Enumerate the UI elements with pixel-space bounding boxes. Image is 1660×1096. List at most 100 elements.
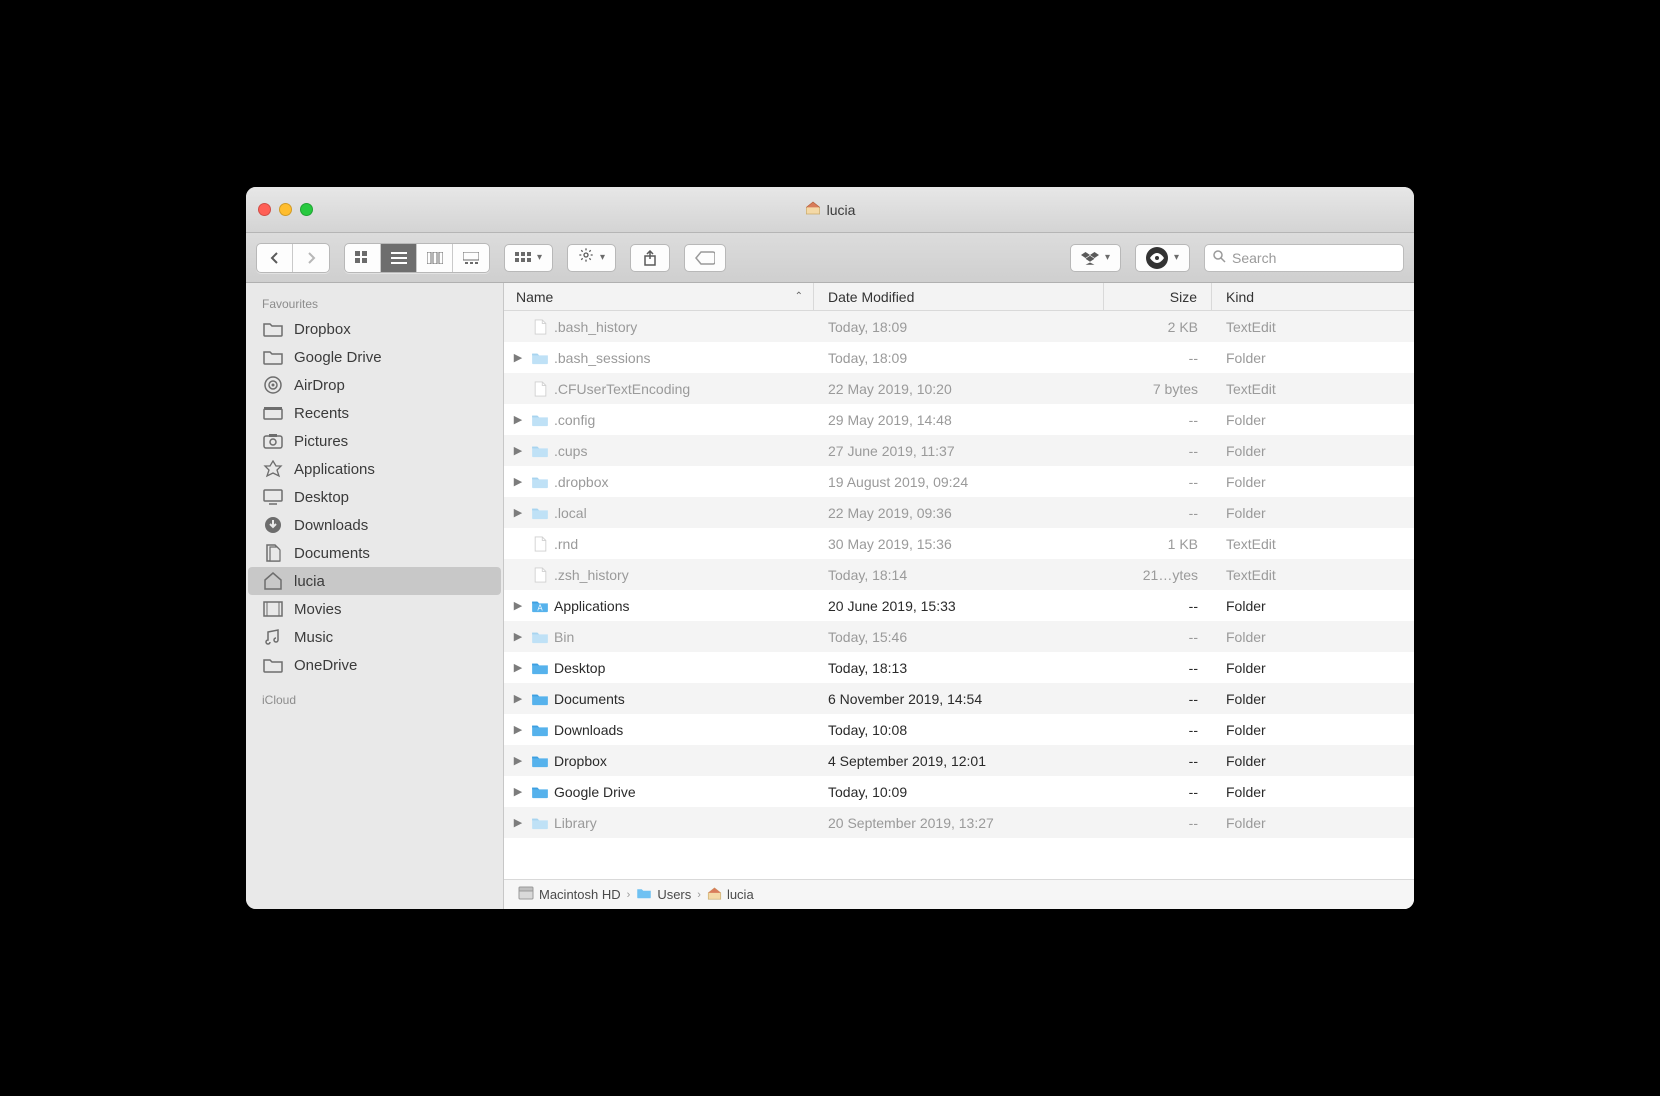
file-row[interactable]: ▶.dropbox19 August 2019, 09:24--Folder	[504, 466, 1414, 497]
file-date: 30 May 2019, 15:36	[814, 536, 1104, 552]
folder-icon	[262, 320, 284, 338]
disclosure-triangle-icon[interactable]: ▶	[510, 506, 526, 519]
disclosure-triangle-icon[interactable]: ▶	[510, 754, 526, 767]
sidebar-item-label: Downloads	[294, 517, 368, 534]
close-button[interactable]	[258, 203, 271, 216]
file-row[interactable]: .CFUserTextEncoding22 May 2019, 10:207 b…	[504, 373, 1414, 404]
sidebar-item-movies[interactable]: Movies	[248, 595, 501, 623]
document-icon	[530, 318, 550, 336]
column-header-size[interactable]: Size	[1104, 283, 1212, 310]
apps-icon	[262, 460, 284, 478]
file-date: Today, 18:13	[814, 660, 1104, 676]
share-button[interactable]	[630, 244, 670, 272]
sidebar-item-label: Dropbox	[294, 321, 351, 338]
sidebar-item-dropbox[interactable]: Dropbox	[248, 315, 501, 343]
sidebar-item-google-drive[interactable]: Google Drive	[248, 343, 501, 371]
disclosure-triangle-icon[interactable]: ▶	[510, 661, 526, 674]
sidebar-item-label: Music	[294, 629, 333, 646]
column-header-name[interactable]: Name ⌃	[504, 283, 814, 310]
folder-icon	[262, 348, 284, 366]
file-row[interactable]: ▶.bash_sessionsToday, 18:09--Folder	[504, 342, 1414, 373]
file-row[interactable]: ▶Library20 September 2019, 13:27--Folder	[504, 807, 1414, 838]
file-name: .cups	[554, 443, 587, 459]
file-date: 19 August 2019, 09:24	[814, 474, 1104, 490]
search-field[interactable]: Search	[1204, 244, 1404, 272]
file-row[interactable]: ▶DownloadsToday, 10:08--Folder	[504, 714, 1414, 745]
file-size: --	[1104, 412, 1212, 428]
path-segment[interactable]: Users	[636, 887, 691, 902]
sidebar-item-lucia[interactable]: lucia	[248, 567, 501, 595]
visibility-toolbar-button[interactable]: ▾	[1135, 244, 1190, 272]
file-row[interactable]: ▶DesktopToday, 18:13--Folder	[504, 652, 1414, 683]
forward-button[interactable]	[293, 244, 329, 272]
file-kind: Folder	[1212, 629, 1414, 645]
home-icon	[707, 887, 722, 903]
disclosure-triangle-icon[interactable]: ▶	[510, 444, 526, 457]
column-header-kind[interactable]: Kind	[1212, 283, 1414, 310]
zoom-button[interactable]	[300, 203, 313, 216]
sidebar-item-airdrop[interactable]: AirDrop	[248, 371, 501, 399]
folder-icon: A	[530, 597, 550, 615]
column-view-button[interactable]	[417, 244, 453, 272]
file-kind: Folder	[1212, 598, 1414, 614]
sidebar: Favourites DropboxGoogle DriveAirDropRec…	[246, 283, 504, 909]
column-header-date[interactable]: Date Modified	[814, 283, 1104, 310]
minimize-button[interactable]	[279, 203, 292, 216]
file-row[interactable]: ▶BinToday, 15:46--Folder	[504, 621, 1414, 652]
group-by-button[interactable]: ▾	[504, 244, 553, 272]
folder-icon	[530, 349, 550, 367]
file-name: Library	[554, 815, 597, 831]
gallery-view-button[interactable]	[453, 244, 489, 272]
disclosure-triangle-icon[interactable]: ▶	[510, 599, 526, 612]
sort-ascending-icon: ⌃	[795, 291, 803, 302]
sidebar-item-label: Applications	[294, 461, 375, 478]
sidebar-item-music[interactable]: Music	[248, 623, 501, 651]
dropbox-toolbar-button[interactable]: ▾	[1070, 244, 1121, 272]
disclosure-triangle-icon[interactable]: ▶	[510, 630, 526, 643]
file-row[interactable]: .bash_historyToday, 18:092 KBTextEdit	[504, 311, 1414, 342]
chevron-right-icon: ›	[627, 889, 631, 901]
file-row[interactable]: .zsh_historyToday, 18:1421…ytesTextEdit	[504, 559, 1414, 590]
path-segment[interactable]: lucia	[707, 887, 754, 903]
file-row[interactable]: ▶Dropbox4 September 2019, 12:01--Folder	[504, 745, 1414, 776]
disclosure-triangle-icon[interactable]: ▶	[510, 785, 526, 798]
file-name: .rnd	[554, 536, 578, 552]
file-row[interactable]: ▶AApplications20 June 2019, 15:33--Folde…	[504, 590, 1414, 621]
sidebar-item-pictures[interactable]: Pictures	[248, 427, 501, 455]
disclosure-triangle-icon[interactable]: ▶	[510, 413, 526, 426]
file-date: 27 June 2019, 11:37	[814, 443, 1104, 459]
file-row[interactable]: ▶.config29 May 2019, 14:48--Folder	[504, 404, 1414, 435]
file-row[interactable]: ▶.cups27 June 2019, 11:37--Folder	[504, 435, 1414, 466]
file-row[interactable]: ▶Google DriveToday, 10:09--Folder	[504, 776, 1414, 807]
file-kind: TextEdit	[1212, 319, 1414, 335]
sidebar-item-applications[interactable]: Applications	[248, 455, 501, 483]
action-menu-button[interactable]: ▾	[567, 244, 616, 272]
folder-icon	[530, 690, 550, 708]
disclosure-triangle-icon[interactable]: ▶	[510, 723, 526, 736]
disclosure-triangle-icon[interactable]: ▶	[510, 475, 526, 488]
sidebar-item-desktop[interactable]: Desktop	[248, 483, 501, 511]
path-segment-label: Users	[657, 887, 691, 902]
disclosure-triangle-icon[interactable]: ▶	[510, 351, 526, 364]
disclosure-triangle-icon[interactable]: ▶	[510, 816, 526, 829]
file-date: 20 June 2019, 15:33	[814, 598, 1104, 614]
tags-button[interactable]	[684, 244, 726, 272]
file-row[interactable]: ▶Documents6 November 2019, 14:54--Folder	[504, 683, 1414, 714]
file-row[interactable]: .rnd30 May 2019, 15:361 KBTextEdit	[504, 528, 1414, 559]
path-segment-label: lucia	[727, 887, 754, 902]
icon-view-button[interactable]	[345, 244, 381, 272]
file-row[interactable]: ▶.local22 May 2019, 09:36--Folder	[504, 497, 1414, 528]
sidebar-item-recents[interactable]: Recents	[248, 399, 501, 427]
disclosure-triangle-icon[interactable]: ▶	[510, 692, 526, 705]
finder-window: lucia ▾	[246, 187, 1414, 909]
path-segment-label: Macintosh HD	[539, 887, 621, 902]
file-name: .bash_sessions	[554, 350, 651, 366]
file-date: 29 May 2019, 14:48	[814, 412, 1104, 428]
back-button[interactable]	[257, 244, 293, 272]
sidebar-item-downloads[interactable]: Downloads	[248, 511, 501, 539]
sidebar-item-documents[interactable]: Documents	[248, 539, 501, 567]
list-view-button[interactable]	[381, 244, 417, 272]
path-segment[interactable]: Macintosh HD	[518, 886, 621, 903]
file-kind: Folder	[1212, 691, 1414, 707]
sidebar-item-onedrive[interactable]: OneDrive	[248, 651, 501, 679]
